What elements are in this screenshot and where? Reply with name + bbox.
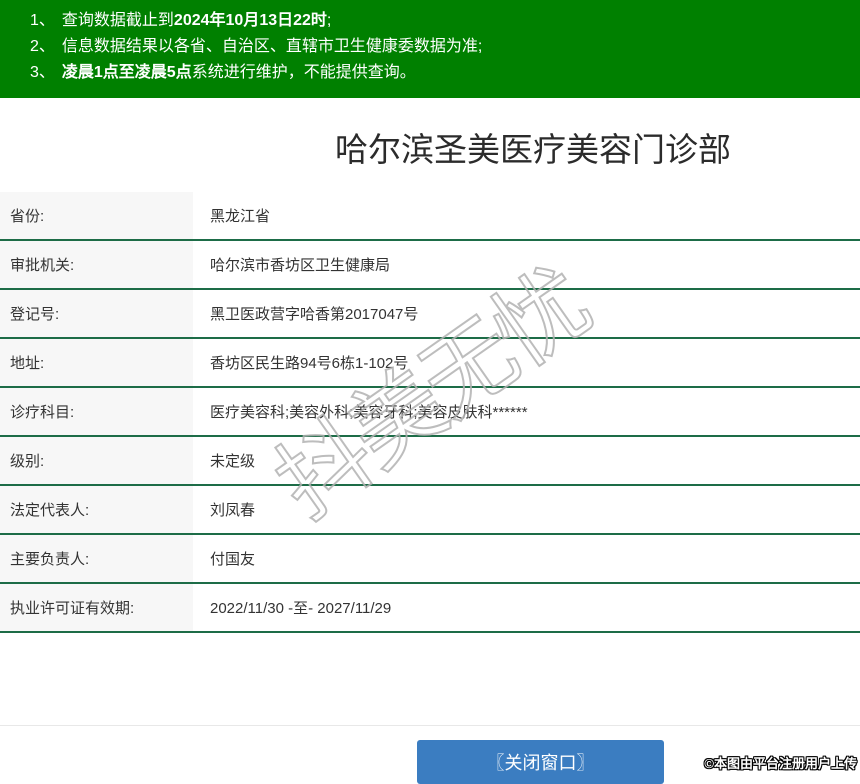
row-label: 级别:: [0, 437, 193, 484]
row-value: 付国友: [193, 535, 860, 582]
row-value: 2022/11/30 -至- 2027/11/29: [193, 584, 860, 631]
table-row: 地址: 香坊区民生路94号6栋1-102号: [0, 339, 860, 388]
table-row: 执业许可证有效期: 2022/11/30 -至- 2027/11/29: [0, 584, 860, 633]
notice-banner: 1、 查询数据截止到2024年10月13日22时; 2、 信息数据结果以各省、自治区、…: [0, 0, 860, 98]
table-row: 省份: 黑龙江省: [0, 192, 860, 241]
notice-item-bold-text: 2024年10月13日22时: [173, 12, 327, 29]
row-label: 地址:: [0, 339, 193, 386]
row-label: 省份:: [0, 192, 193, 239]
info-table: 省份: 黑龙江省 审批机关: 哈尔滨市香坊区卫生健康局 登记号: 黑卫医政营字哈香第201…: [0, 192, 860, 633]
row-label: 审批机关:: [0, 241, 193, 288]
row-label: 主要负责人:: [0, 535, 193, 582]
table-row: 审批机关: 哈尔滨市香坊区卫生健康局: [0, 241, 860, 290]
row-value: 未定级: [193, 437, 860, 484]
row-value: 香坊区民生路94号6栋1-102号: [193, 339, 860, 386]
row-value: 黑龙江省: [193, 192, 860, 239]
row-value: 刘凤春: [193, 486, 860, 533]
notice-item-number: 3、: [30, 64, 55, 81]
notice-item: 3、 凌晨1点至凌晨5点系统进行维护，不能提供查询。: [30, 60, 850, 86]
row-label: 执业许可证有效期:: [0, 584, 193, 631]
notice-item-text: 信息数据结果以各省、自治区、直辖市卫生健康委数据为准;: [61, 38, 483, 55]
notice-item: 1、 查询数据截止到2024年10月13日22时;: [30, 8, 850, 34]
notice-item-number: 2、: [30, 38, 55, 55]
row-value: 黑卫医政营字哈香第2017047号: [193, 290, 860, 337]
notice-item: 2、 信息数据结果以各省、自治区、直辖市卫生健康委数据为准;: [30, 34, 850, 60]
footer-divider: [0, 725, 860, 726]
table-row: 诊疗科目: 医疗美容科;美容外科;美容牙科;美容皮肤科******: [0, 388, 860, 437]
page-title: 哈尔滨圣美医疗美容门诊部: [335, 131, 731, 168]
notice-item-bold-text: 凌晨1点至凌晨5点: [61, 64, 192, 81]
row-value: 哈尔滨市香坊区卫生健康局: [193, 241, 860, 288]
close-window-button[interactable]: 〖关闭窗口〗: [417, 740, 664, 784]
row-label: 登记号:: [0, 290, 193, 337]
notice-item-number: 1、: [30, 12, 55, 29]
table-row: 主要负责人: 付国友: [0, 535, 860, 584]
table-row: 法定代表人: 刘凤春: [0, 486, 860, 535]
uploader-note: ©本图由平台注册用户上传: [704, 756, 857, 771]
row-label: 法定代表人:: [0, 486, 193, 533]
row-value: 医疗美容科;美容外科;美容牙科;美容皮肤科******: [193, 388, 860, 435]
notice-item-text: ;: [326, 12, 332, 29]
notice-item-text: 系统进行维护，不能提供查询。: [191, 64, 416, 81]
license-detail-page: 1、 查询数据截止到2024年10月13日22时; 2、 信息数据结果以各省、自治区、…: [0, 0, 860, 784]
row-label: 诊疗科目:: [0, 388, 193, 435]
table-row: 级别: 未定级: [0, 437, 860, 486]
table-row: 登记号: 黑卫医政营字哈香第2017047号: [0, 290, 860, 339]
notice-item-text: 查询数据截止到: [61, 12, 174, 29]
